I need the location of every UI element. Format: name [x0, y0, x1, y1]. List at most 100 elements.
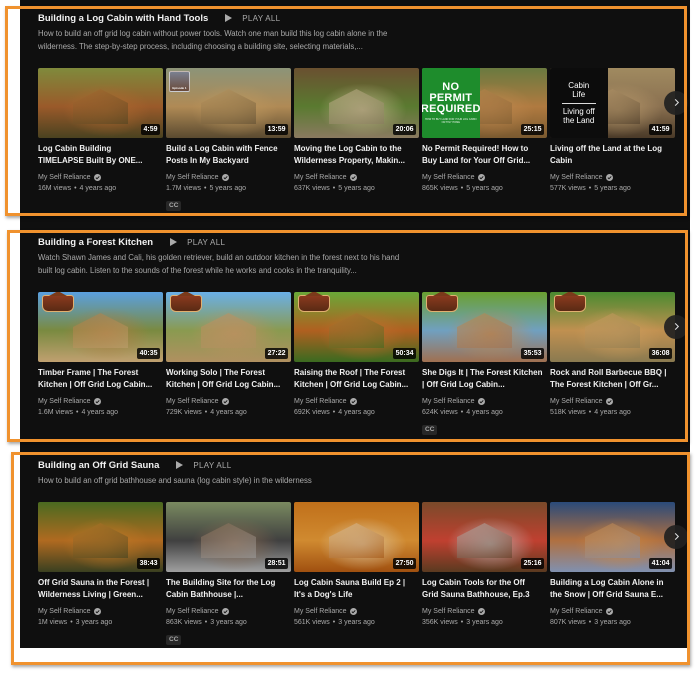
thumbnail-text-overlay: NO PERMIT REQUIRED HOW TO BUY LAND FOR YOUR… [422, 68, 480, 138]
video-card[interactable]: 36:08 Rock and Roll Barbecue BBQ | The Fo… [550, 292, 675, 436]
video-card[interactable]: 35:53 She Digs It | The Forest Kitchen | … [422, 292, 547, 436]
video-card[interactable]: 40:35 Timber Frame | The Forest Kitchen |… [38, 292, 163, 436]
meta-separator: • [74, 185, 77, 192]
meta-separator: • [588, 619, 592, 626]
section-header: Building a Forest Kitchen PLAY ALL [38, 236, 678, 248]
video-title[interactable]: Working Solo | The Forest Kitchen | Off … [166, 367, 291, 391]
video-title[interactable]: Off Grid Sauna in the Forest | Wildernes… [38, 577, 163, 601]
video-card[interactable]: 41:04 Building a Log Cabin Alone in the S… [550, 502, 675, 646]
section-title[interactable]: Building an Off Grid Sauna [38, 460, 159, 471]
video-card[interactable]: 50:34 Raising the Roof | The Forest Kitch… [294, 292, 419, 436]
video-thumbnail[interactable]: 27:50 [294, 502, 419, 572]
next-arrow-button[interactable] [664, 91, 688, 115]
video-title[interactable]: Building a Log Cabin Alone in the Snow |… [550, 577, 675, 601]
video-title[interactable]: Rock and Roll Barbecue BBQ | The Forest … [550, 367, 675, 391]
video-meta: 577K views • 5 years ago [550, 183, 675, 194]
video-thumbnail[interactable]: 40:35 [38, 292, 163, 362]
channel-name[interactable]: My Self Reliance [166, 396, 219, 407]
video-card[interactable]: NO PERMIT REQUIRED HOW TO BUY LAND FOR YOUR… [422, 68, 547, 212]
video-title[interactable]: Log Cabin Building TIMELAPSE Built By ON… [38, 143, 163, 167]
duration-badge: 25:16 [521, 558, 544, 569]
video-card[interactable]: 38:43 Off Grid Sauna in the Forest | Wild… [38, 502, 163, 646]
meta-separator: • [332, 619, 336, 626]
section-title[interactable]: Building a Log Cabin with Hand Tools [38, 13, 208, 24]
video-card[interactable]: Cabin Life Living off the Land 41:59 Living o… [550, 68, 675, 212]
view-count: 624K views [422, 409, 458, 416]
video-title[interactable]: Log Cabin Sauna Build Ep 2 | It's a Dog'… [294, 577, 419, 601]
video-card[interactable]: 27:50 Log Cabin Sauna Build Ep 2 | It's a… [294, 502, 419, 646]
channel-name[interactable]: My Self Reliance [38, 396, 91, 407]
duration-badge: 40:35 [137, 348, 160, 359]
channel-name[interactable]: My Self Reliance [294, 606, 347, 617]
upload-age: 4 years ago [79, 185, 117, 192]
next-arrow-button[interactable] [664, 525, 688, 549]
video-card[interactable]: 4:59 Log Cabin Building TIMELAPSE Built B… [38, 68, 163, 212]
play-all-button[interactable]: PLAY ALL [170, 238, 225, 247]
video-title[interactable]: Log Cabin Tools for the Off Grid Sauna B… [422, 577, 547, 601]
view-count: 561K views [294, 619, 330, 626]
meta-separator: • [76, 409, 79, 416]
channel-row: My Self Reliance [422, 396, 547, 407]
video-thumbnail[interactable]: 28:51 [166, 502, 291, 572]
video-thumbnail[interactable]: 20:06 [294, 68, 419, 138]
video-thumbnail[interactable]: Cabin Life Living off the Land 41:59 [550, 68, 675, 138]
channel-name[interactable]: My Self Reliance [294, 172, 347, 183]
next-arrow-button[interactable] [664, 315, 688, 339]
video-thumbnail[interactable]: 27:22 [166, 292, 291, 362]
video-thumbnail[interactable]: 4:59 [38, 68, 163, 138]
thumbnail-scene [201, 313, 256, 348]
channel-name[interactable]: My Self Reliance [294, 396, 347, 407]
video-thumbnail[interactable]: Episode 1 13:59 [166, 68, 291, 138]
video-thumbnail[interactable]: NO PERMIT REQUIRED HOW TO BUY LAND FOR YOUR… [422, 68, 547, 138]
video-card[interactable]: Episode 1 13:59 Build a Log Cabin with Fen… [166, 68, 291, 212]
channel-name[interactable]: My Self Reliance [550, 606, 603, 617]
meta-separator: • [204, 619, 208, 626]
forest-kitchen-logo [298, 292, 330, 312]
channel-name[interactable]: My Self Reliance [422, 606, 475, 617]
play-icon [176, 461, 184, 469]
video-card[interactable]: 27:22 Working Solo | The Forest Kitchen |… [166, 292, 291, 436]
video-thumbnail[interactable]: 35:53 [422, 292, 547, 362]
channel-row: My Self Reliance [422, 172, 547, 183]
video-meta: 807K views • 3 years ago [550, 617, 675, 628]
channel-row: My Self Reliance [422, 606, 547, 617]
video-thumbnail[interactable]: 36:08 [550, 292, 675, 362]
channel-name[interactable]: My Self Reliance [38, 606, 91, 617]
video-meta: 692K views • 4 years ago [294, 407, 419, 418]
channel-name[interactable]: My Self Reliance [550, 172, 603, 183]
channel-row: My Self Reliance [550, 606, 675, 617]
channel-row: My Self Reliance [294, 396, 419, 407]
video-title[interactable]: Moving the Log Cabin to the Wilderness P… [294, 143, 419, 167]
channel-name[interactable]: My Self Reliance [166, 606, 219, 617]
video-title[interactable]: Build a Log Cabin with Fence Posts In My… [166, 143, 291, 167]
play-all-button[interactable]: PLAY ALL [176, 461, 231, 470]
video-title[interactable]: Living off the Land at the Log Cabin [550, 143, 675, 167]
channel-name[interactable]: My Self Reliance [550, 396, 603, 407]
video-title[interactable]: She Digs It | The Forest Kitchen | Off G… [422, 367, 547, 391]
meta-separator: • [332, 185, 336, 192]
channel-name[interactable]: My Self Reliance [38, 172, 91, 183]
section-title[interactable]: Building a Forest Kitchen [38, 237, 153, 248]
video-thumbnail[interactable]: 38:43 [38, 502, 163, 572]
video-thumbnail[interactable]: 50:34 [294, 292, 419, 362]
video-thumbnail[interactable]: 41:04 [550, 502, 675, 572]
video-title[interactable]: Timber Frame | The Forest Kitchen | Off … [38, 367, 163, 391]
upload-age: 5 years ago [466, 185, 503, 192]
channel-row: My Self Reliance [38, 396, 163, 407]
duration-badge: 41:59 [649, 124, 672, 135]
play-all-label: PLAY ALL [187, 237, 226, 247]
video-card[interactable]: 28:51 The Building Site for the Log Cabin… [166, 502, 291, 646]
play-all-button[interactable]: PLAY ALL [225, 14, 280, 23]
upload-age: 4 years ago [594, 409, 631, 416]
channel-name[interactable]: My Self Reliance [422, 396, 475, 407]
video-thumbnail[interactable]: 25:16 [422, 502, 547, 572]
video-card[interactable]: 20:06 Moving the Log Cabin to the Wildern… [294, 68, 419, 212]
meta-separator: • [460, 185, 464, 192]
channel-name[interactable]: My Self Reliance [166, 172, 219, 183]
video-title[interactable]: The Building Site for the Log Cabin Bath… [166, 577, 291, 601]
channel-name[interactable]: My Self Reliance [422, 172, 475, 183]
video-title[interactable]: Raising the Roof | The Forest Kitchen | … [294, 367, 419, 391]
video-card[interactable]: 25:16 Log Cabin Tools for the Off Grid Sa… [422, 502, 547, 646]
video-title[interactable]: No Permit Required! How to Buy Land for … [422, 143, 547, 167]
upload-age: 4 years ago [81, 409, 119, 416]
